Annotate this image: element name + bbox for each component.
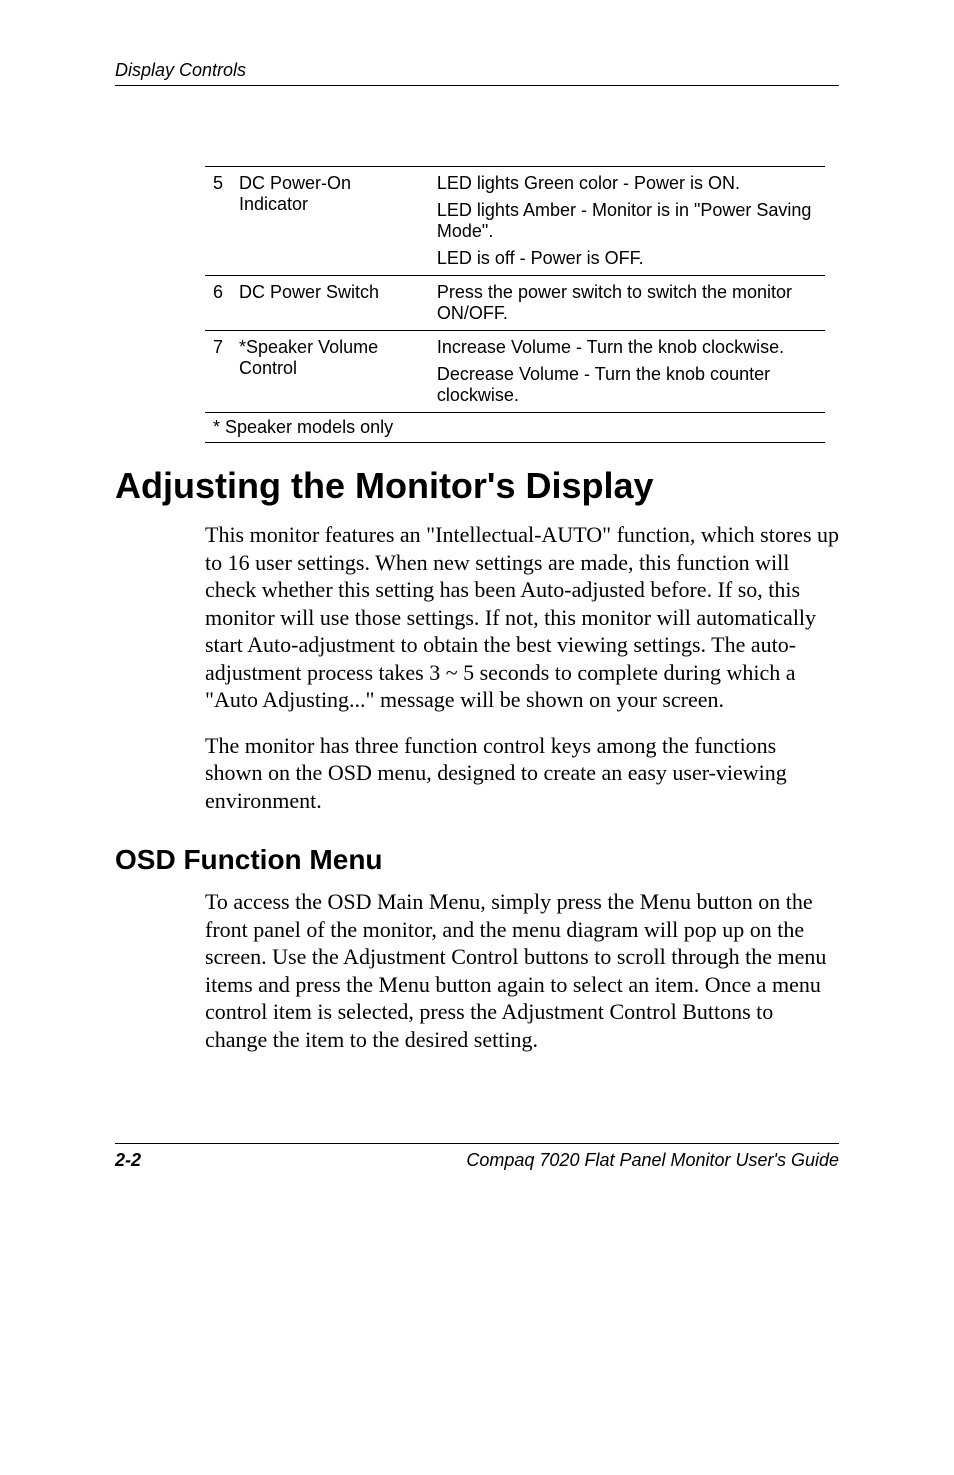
body-paragraph: To access the OSD Main Menu, simply pres… — [205, 888, 839, 1053]
table-footnote-row: * Speaker models only — [205, 413, 825, 443]
table-footnote: * Speaker models only — [205, 413, 825, 443]
page-number: 2-2 — [115, 1150, 141, 1171]
section-heading: Adjusting the Monitor's Display — [115, 465, 839, 507]
desc-line: Press the power switch to switch the mon… — [437, 282, 817, 324]
body-paragraph: This monitor features an "Intellectual-A… — [205, 521, 839, 714]
control-description: Press the power switch to switch the mon… — [429, 276, 825, 331]
control-number: 5 — [205, 167, 231, 276]
desc-line: LED lights Green color - Power is ON. — [437, 173, 817, 194]
desc-line: LED lights Amber - Monitor is in "Power … — [437, 200, 817, 242]
table-row: 5 DC Power-On Indicator LED lights Green… — [205, 167, 825, 276]
control-name: *Speaker Volume Control — [231, 331, 429, 413]
control-description: LED lights Green color - Power is ON. LE… — [429, 167, 825, 276]
table-row: 7 *Speaker Volume Control Increase Volum… — [205, 331, 825, 413]
control-name: DC Power-On Indicator — [231, 167, 429, 276]
desc-line: LED is off - Power is OFF. — [437, 248, 817, 269]
control-number: 6 — [205, 276, 231, 331]
desc-line: Increase Volume - Turn the knob clockwis… — [437, 337, 817, 358]
control-number: 7 — [205, 331, 231, 413]
footer-title: Compaq 7020 Flat Panel Monitor User's Gu… — [466, 1150, 839, 1171]
page-footer: 2-2 Compaq 7020 Flat Panel Monitor User'… — [115, 1143, 839, 1171]
desc-line: Decrease Volume - Turn the knob counter … — [437, 364, 817, 406]
body-paragraph: The monitor has three function control k… — [205, 732, 839, 815]
subsection-heading: OSD Function Menu — [115, 844, 839, 876]
control-description: Increase Volume - Turn the knob clockwis… — [429, 331, 825, 413]
control-name: DC Power Switch — [231, 276, 429, 331]
controls-table: 5 DC Power-On Indicator LED lights Green… — [205, 166, 825, 443]
table-row: 6 DC Power Switch Press the power switch… — [205, 276, 825, 331]
running-head: Display Controls — [115, 60, 839, 86]
